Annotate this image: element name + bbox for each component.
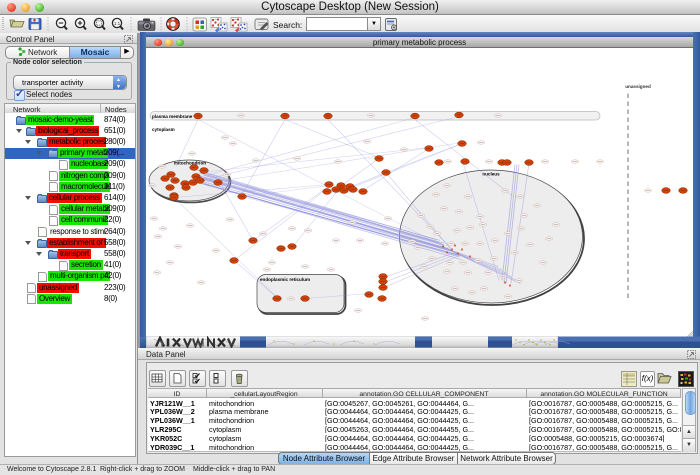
svg-text:endoplasmic reticulum: endoplasmic reticulum <box>260 277 310 282</box>
svg-text:unassigned: unassigned <box>625 84 651 89</box>
svg-text:1:1: 1:1 <box>114 21 121 26</box>
svg-text:cytoplasm: cytoplasm <box>152 127 175 132</box>
svg-text:nucleus: nucleus <box>482 171 500 176</box>
svg-text:plasma membrane: plasma membrane <box>152 114 193 119</box>
